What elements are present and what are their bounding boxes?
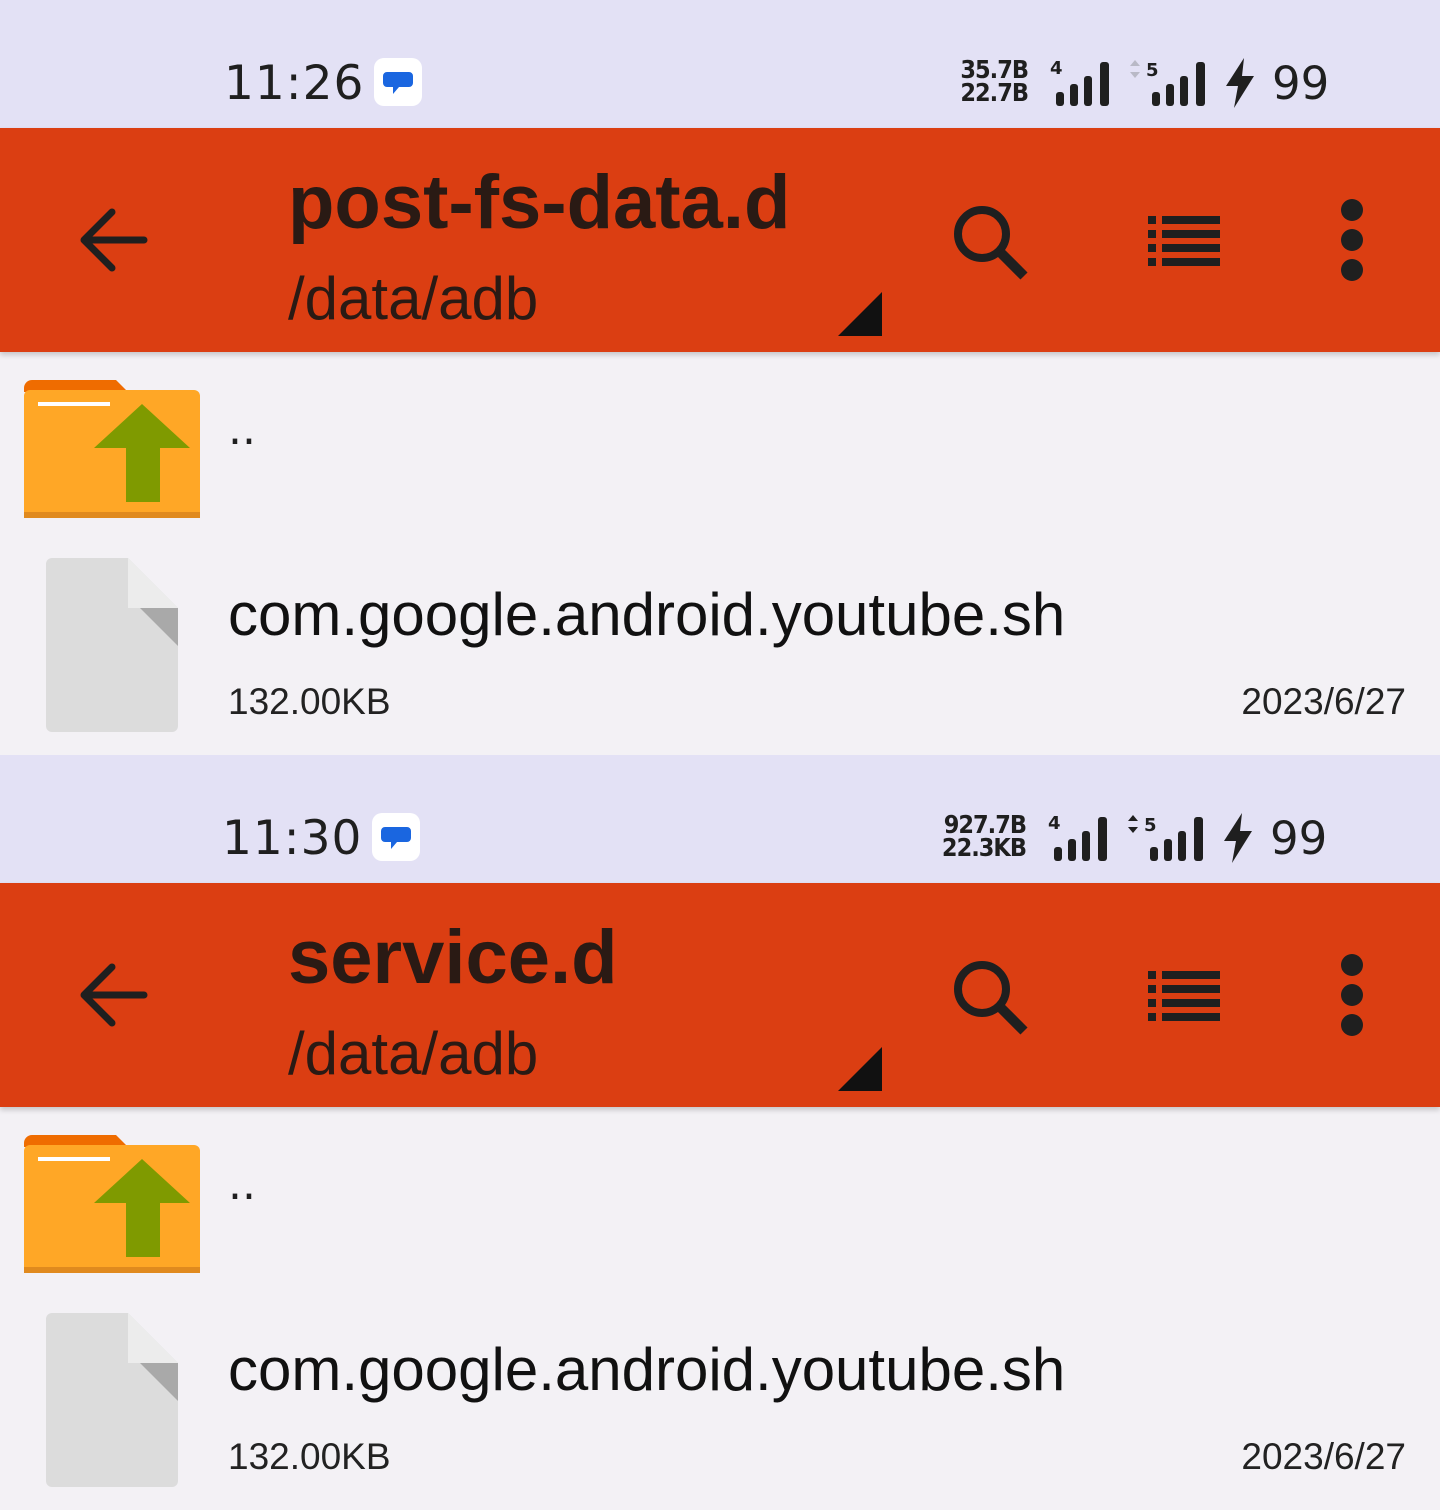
status-bar: 11:26 35.7B 22.7B 4 5 99 bbox=[0, 0, 1440, 128]
charging-bolt-icon bbox=[1226, 58, 1254, 108]
path-dropdown-icon[interactable] bbox=[838, 292, 882, 336]
status-time: 11:30 bbox=[222, 811, 363, 866]
back-button[interactable] bbox=[72, 204, 152, 276]
folder-up-icon bbox=[24, 1135, 200, 1273]
cell-signal-icon: 4 bbox=[1048, 813, 1107, 861]
battery-level: 99 bbox=[1270, 812, 1328, 865]
file-name: com.google.android.youtube.sh bbox=[228, 581, 1066, 648]
screenshot-panel-2: 11:30 927.7B 22.3KB 4 5 99 service.d /da… bbox=[0, 755, 1440, 1510]
folder-path[interactable]: /data/adb bbox=[288, 1019, 538, 1089]
folder-path[interactable]: /data/adb bbox=[288, 264, 538, 334]
file-row[interactable]: com.google.android.youtube.sh 132.00KB 2… bbox=[0, 1287, 1440, 1510]
network-speed: 35.7B 22.7B bbox=[918, 57, 1029, 107]
search-icon[interactable] bbox=[948, 955, 1032, 1039]
parent-folder-row[interactable]: .. bbox=[0, 352, 1440, 532]
battery-level: 99 bbox=[1272, 57, 1330, 110]
message-icon bbox=[374, 58, 422, 106]
file-row[interactable]: com.google.android.youtube.sh 132.00KB 2… bbox=[0, 532, 1440, 755]
file-size: 132.00KB bbox=[228, 1436, 391, 1477]
app-bar: post-fs-data.d /data/adb bbox=[0, 128, 1440, 352]
folder-title: post-fs-data.d bbox=[288, 160, 791, 245]
cell-signal-icon: 5 bbox=[1128, 815, 1203, 861]
file-date: 2023/6/27 bbox=[1241, 1436, 1406, 1477]
parent-folder-label: .. bbox=[228, 1159, 256, 1210]
charging-bolt-icon bbox=[1224, 813, 1252, 863]
parent-folder-label: .. bbox=[228, 404, 256, 455]
file-icon bbox=[46, 558, 178, 732]
svg-text:5: 5 bbox=[1146, 60, 1159, 81]
cell-signal-icon: 4 bbox=[1050, 58, 1109, 106]
more-vertical-icon[interactable] bbox=[1328, 196, 1376, 286]
screenshot-panel-1: 11:26 35.7B 22.7B 4 5 99 post-fs-data.d … bbox=[0, 0, 1440, 755]
path-dropdown-icon[interactable] bbox=[838, 1047, 882, 1091]
svg-text:4: 4 bbox=[1050, 58, 1063, 79]
search-icon[interactable] bbox=[948, 200, 1032, 284]
download-speed: 22.7B bbox=[960, 78, 1029, 107]
message-icon bbox=[372, 813, 420, 861]
list-view-icon[interactable] bbox=[1140, 965, 1228, 1025]
list-view-icon[interactable] bbox=[1140, 210, 1228, 270]
file-name: com.google.android.youtube.sh bbox=[228, 1336, 1066, 1403]
file-icon bbox=[46, 1313, 178, 1487]
folder-up-icon bbox=[24, 380, 200, 518]
app-bar: service.d /data/adb bbox=[0, 883, 1440, 1107]
download-speed: 22.3KB bbox=[941, 833, 1027, 862]
svg-text:4: 4 bbox=[1048, 813, 1061, 834]
file-size: 132.00KB bbox=[228, 681, 391, 722]
folder-title: service.d bbox=[288, 915, 618, 1000]
status-bar: 11:30 927.7B 22.3KB 4 5 99 bbox=[0, 755, 1440, 883]
parent-folder-row[interactable]: .. bbox=[0, 1107, 1440, 1287]
status-time: 11:26 bbox=[224, 56, 365, 111]
svg-text:5: 5 bbox=[1144, 815, 1157, 836]
network-speed: 927.7B 22.3KB bbox=[916, 812, 1027, 862]
back-button[interactable] bbox=[72, 959, 152, 1031]
cell-signal-icon: 5 bbox=[1130, 60, 1205, 106]
file-date: 2023/6/27 bbox=[1241, 681, 1406, 722]
more-vertical-icon[interactable] bbox=[1328, 951, 1376, 1041]
